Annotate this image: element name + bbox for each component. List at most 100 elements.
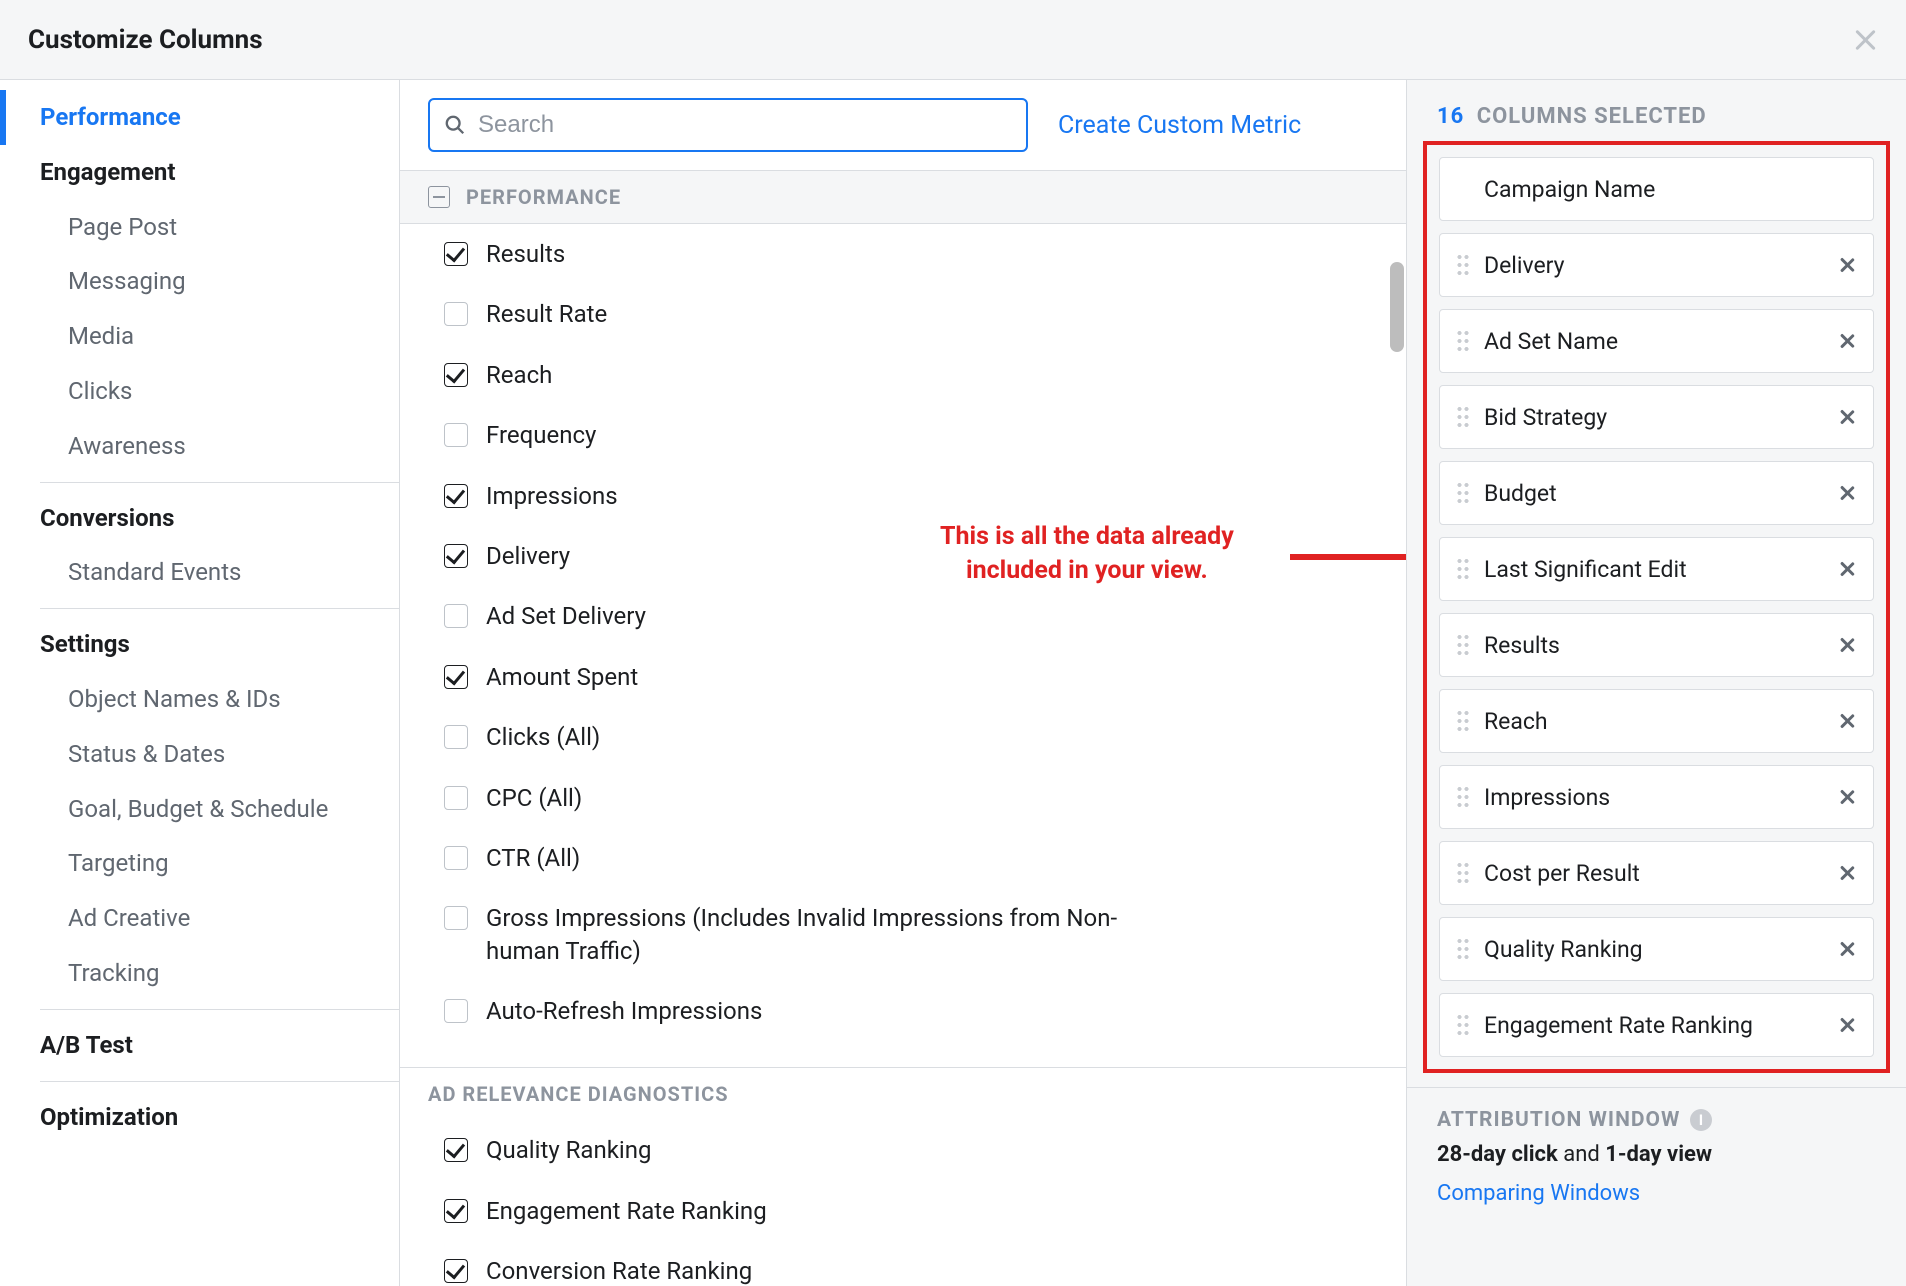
metric-checkbox[interactable] (444, 1259, 468, 1283)
nav-item-engagement[interactable]: Engagement (0, 145, 399, 200)
metric-label: Engagement Rate Ranking (486, 1195, 767, 1227)
selected-column-label: Impressions (1484, 784, 1823, 811)
nav-item-goal-budget-schedule[interactable]: Goal, Budget & Schedule (0, 782, 399, 837)
metric-row: Auto-Refresh Impressions (400, 981, 1406, 1041)
drag-handle-icon[interactable] (1456, 481, 1470, 505)
info-icon[interactable]: i (1690, 1109, 1712, 1131)
search-input[interactable] (476, 110, 1012, 140)
remove-column-icon[interactable] (1837, 787, 1857, 807)
modal-body: PerformanceEngagementPage PostMessagingM… (0, 80, 1906, 1286)
metric-checkbox[interactable] (444, 544, 468, 568)
selected-column-pill[interactable]: Reach (1439, 689, 1874, 753)
nav-item-optimization[interactable]: Optimization (0, 1090, 399, 1145)
metric-label: Results (486, 238, 565, 270)
selected-column-pill[interactable]: Quality Ranking (1439, 917, 1874, 981)
remove-column-icon[interactable] (1837, 407, 1857, 427)
nav-item-messaging[interactable]: Messaging (0, 254, 399, 309)
nav-item-clicks[interactable]: Clicks (0, 364, 399, 419)
metric-checkbox[interactable] (444, 786, 468, 810)
selected-column-pill[interactable]: Bid Strategy (1439, 385, 1874, 449)
metric-checkbox[interactable] (444, 604, 468, 628)
metric-label: Clicks (All) (486, 721, 600, 753)
search-row: Create Custom Metric (400, 80, 1406, 170)
nav-item-object-names-ids[interactable]: Object Names & IDs (0, 672, 399, 727)
metric-row: Engagement Rate Ranking (400, 1181, 1406, 1241)
metric-checkbox[interactable] (444, 665, 468, 689)
metric-checkbox[interactable] (444, 725, 468, 749)
metric-row: Conversion Rate Ranking (400, 1241, 1406, 1286)
nav-item-performance[interactable]: Performance (0, 90, 399, 145)
selected-column-pill[interactable]: Last Significant Edit (1439, 537, 1874, 601)
close-icon[interactable] (1852, 27, 1878, 53)
nav-item-awareness[interactable]: Awareness (0, 419, 399, 474)
nav-item-standard-events[interactable]: Standard Events (0, 545, 399, 600)
metric-label: Auto-Refresh Impressions (486, 995, 762, 1027)
remove-column-icon[interactable] (1837, 483, 1857, 503)
remove-column-icon[interactable] (1837, 863, 1857, 883)
remove-column-icon[interactable] (1837, 559, 1857, 579)
nav-item-conversions[interactable]: Conversions (0, 491, 399, 546)
metric-label: Reach (486, 359, 552, 391)
metric-checkbox[interactable] (444, 363, 468, 387)
remove-column-icon[interactable] (1837, 711, 1857, 731)
metric-checkbox[interactable] (444, 484, 468, 508)
metric-row: Clicks (All) (400, 707, 1406, 767)
remove-column-icon[interactable] (1837, 255, 1857, 275)
nav-item-ad-creative[interactable]: Ad Creative (0, 891, 399, 946)
metric-label: Frequency (486, 419, 596, 451)
metric-checkbox[interactable] (444, 242, 468, 266)
metric-checkbox[interactable] (444, 906, 468, 930)
selected-column-pill[interactable]: Results (1439, 613, 1874, 677)
drag-handle-icon[interactable] (1456, 709, 1470, 733)
metric-checkbox[interactable] (444, 846, 468, 870)
selected-column-pill[interactable]: Ad Set Name (1439, 309, 1874, 373)
metric-label: Ad Set Delivery (486, 600, 646, 632)
remove-column-icon[interactable] (1837, 635, 1857, 655)
nav-item-targeting[interactable]: Targeting (0, 836, 399, 891)
metrics-scroll[interactable]: PerformanceResultsResult RateReachFreque… (400, 170, 1406, 1286)
drag-handle-icon[interactable] (1456, 785, 1470, 809)
metric-checkbox[interactable] (444, 999, 468, 1023)
drag-handle-icon[interactable] (1456, 405, 1470, 429)
nav-item-media[interactable]: Media (0, 309, 399, 364)
scrollbar-thumb[interactable] (1390, 262, 1404, 352)
remove-column-icon[interactable] (1837, 939, 1857, 959)
remove-column-icon[interactable] (1837, 331, 1857, 351)
selected-column-pill[interactable]: Delivery (1439, 233, 1874, 297)
drag-handle-icon[interactable] (1456, 1013, 1470, 1037)
metric-checkbox[interactable] (444, 302, 468, 326)
metric-checkbox[interactable] (444, 423, 468, 447)
metrics-section-header[interactable]: Performance (400, 170, 1406, 224)
attribution-heading: Attribution Window i (1437, 1108, 1876, 1132)
metric-checkbox[interactable] (444, 1138, 468, 1162)
selected-column-pill[interactable]: Budget (1439, 461, 1874, 525)
drag-handle-icon[interactable] (1456, 557, 1470, 581)
comparing-windows-link[interactable]: Comparing Windows (1437, 1181, 1876, 1206)
nav-item-page-post[interactable]: Page Post (0, 200, 399, 255)
selected-column-pill[interactable]: Campaign Name (1439, 157, 1874, 221)
selected-column-pill[interactable]: Impressions (1439, 765, 1874, 829)
nav-item-settings[interactable]: Settings (0, 617, 399, 672)
metric-label: CPC (All) (486, 782, 582, 814)
section-title: Performance (466, 185, 621, 209)
nav-item-a-b-test[interactable]: A/B Test (0, 1018, 399, 1073)
drag-handle-icon[interactable] (1456, 253, 1470, 277)
metric-row: Impressions (400, 466, 1406, 526)
drag-handle-icon[interactable] (1456, 329, 1470, 353)
section-title: Ad Relevance Diagnostics (428, 1082, 729, 1106)
drag-handle-icon[interactable] (1456, 937, 1470, 961)
selected-column-pill[interactable]: Cost per Result (1439, 841, 1874, 905)
selected-column-pill[interactable]: Engagement Rate Ranking (1439, 993, 1874, 1057)
nav-divider (40, 1081, 399, 1082)
metric-row: Delivery (400, 526, 1406, 586)
collapse-icon[interactable] (428, 186, 450, 208)
nav-item-status-dates[interactable]: Status & Dates (0, 727, 399, 782)
nav-item-tracking[interactable]: Tracking (0, 946, 399, 1001)
selected-column-label: Results (1484, 632, 1823, 659)
drag-handle-icon[interactable] (1456, 861, 1470, 885)
metric-checkbox[interactable] (444, 1199, 468, 1223)
remove-column-icon[interactable] (1837, 1015, 1857, 1035)
search-box[interactable] (428, 98, 1028, 152)
create-custom-metric-link[interactable]: Create Custom Metric (1058, 111, 1301, 140)
drag-handle-icon[interactable] (1456, 633, 1470, 657)
